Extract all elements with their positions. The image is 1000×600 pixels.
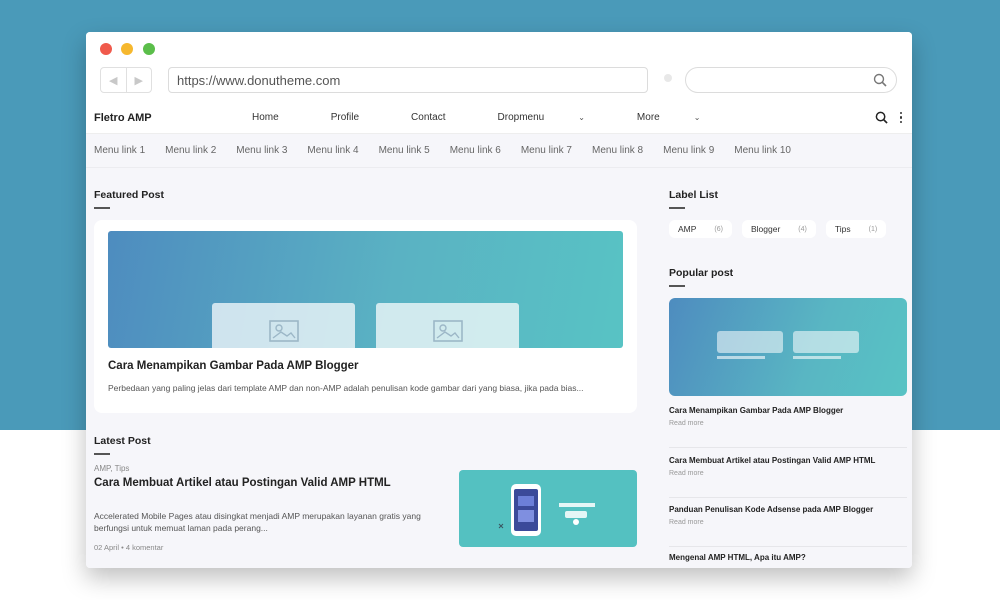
popular-post-item[interactable]: Panduan Penulisan Kode Adsense pada AMP … [669, 505, 907, 526]
chevron-right-icon: ▶ [134, 74, 143, 87]
featured-post-excerpt: Perbedaan yang paling jelas dari templat… [108, 383, 584, 393]
menu-link[interactable]: Menu link 9 [663, 145, 714, 156]
chevron-down-icon: ⌄ [578, 113, 585, 122]
menu-item-more[interactable]: More ⌄ [637, 112, 727, 123]
bookmark-icon[interactable] [664, 74, 672, 82]
site-brand[interactable]: Fletro AMP [94, 112, 152, 124]
latest-post-meta: 02 April • 4 komentar [94, 543, 164, 552]
text-placeholder [793, 356, 841, 359]
label-name: Blogger [750, 224, 781, 234]
featured-heading: Featured Post [94, 189, 165, 209]
back-button[interactable]: ◀ [101, 68, 126, 92]
read-more-link[interactable]: Read more [669, 519, 907, 526]
popular-post-title[interactable]: Cara Menampikan Gambar Pada AMP Blogger [669, 406, 907, 417]
address-bar[interactable]: https://www.donutheme.com [168, 67, 648, 93]
header-actions [875, 111, 902, 124]
label-chip-blogger[interactable]: Blogger (4) [741, 220, 816, 238]
read-more-link[interactable]: Read more [669, 420, 907, 427]
search-icon [873, 73, 887, 87]
browser-search-input[interactable] [685, 67, 897, 93]
menu-item-profile[interactable]: Profile [331, 112, 385, 123]
label-count: (4) [798, 225, 807, 233]
chevron-left-icon: ◀ [109, 74, 118, 87]
divider [669, 546, 907, 547]
read-more-link[interactable]: Read more [669, 470, 907, 477]
menu-item-home[interactable]: Home [252, 112, 305, 123]
popular-post-item[interactable]: Cara Membuat Artikel atau Postingan Vali… [669, 456, 907, 477]
menu-item-label: Contact [411, 112, 446, 123]
menu-item-dropmenu[interactable]: Dropmenu ⌄ [498, 112, 611, 123]
popular-post-image[interactable] [669, 298, 907, 396]
chevron-down-icon: ⌄ [693, 113, 701, 122]
history-buttons: ◀ ▶ [100, 67, 152, 93]
menu-link[interactable]: Menu link 2 [165, 145, 216, 156]
menu-item-label: Profile [330, 112, 360, 123]
site-header: Fletro AMP Home Profile Contact Dropmenu… [86, 102, 912, 134]
image-placeholder [793, 331, 859, 353]
post-date: 02 April [94, 543, 120, 552]
menu-link[interactable]: Menu link 5 [379, 145, 430, 156]
latest-post-title[interactable]: Cara Membuat Artikel atau Postingan Vali… [94, 476, 424, 490]
web-page: Fletro AMP Home Profile Contact Dropmenu… [86, 102, 912, 568]
browser-window: ◀ ▶ https://www.donutheme.com Fletro AMP… [86, 32, 912, 568]
image-placeholder [212, 303, 355, 348]
menu-link[interactable]: Menu link 7 [521, 145, 572, 156]
featured-post-image [108, 231, 623, 348]
forward-button[interactable]: ▶ [125, 68, 152, 92]
popular-post-item[interactable]: Mengenal AMP HTML, Apa itu AMP? [669, 553, 907, 564]
text-placeholder [717, 356, 765, 359]
featured-post-title[interactable]: Cara Menampikan Gambar Pada AMP Blogger [108, 360, 359, 372]
post-comments[interactable]: 4 komentar [126, 543, 164, 552]
label-list: AMP (6) Blogger (4) Tips (1) [669, 220, 887, 238]
label-name: Tips [834, 224, 851, 234]
address-bar-url: https://www.donutheme.com [177, 72, 341, 88]
divider [669, 447, 907, 448]
more-options-icon[interactable] [899, 111, 902, 124]
minimize-window-button[interactable] [121, 43, 133, 55]
menu-link[interactable]: Menu link 8 [592, 145, 643, 156]
latest-post-image[interactable] [459, 470, 637, 547]
search-icon[interactable] [875, 111, 888, 124]
popular-post-item[interactable]: Cara Menampikan Gambar Pada AMP Blogger … [669, 406, 907, 427]
label-count: (1) [868, 225, 878, 233]
latest-post-excerpt: Accelerated Mobile Pages atau disingkat … [94, 511, 421, 533]
menu-link[interactable]: Menu link 1 [94, 145, 145, 156]
popular-post-title[interactable]: Mengenal AMP HTML, Apa itu AMP? [669, 553, 907, 564]
popular-heading: Popular post [669, 267, 734, 287]
maximize-window-button[interactable] [143, 43, 155, 55]
popular-post-title[interactable]: Cara Membuat Artikel atau Postingan Vali… [669, 456, 907, 467]
label-chip-amp[interactable]: AMP (6) [669, 220, 732, 238]
divider [669, 497, 907, 498]
menu-links-bar: Menu link 1 Menu link 2 Menu link 3 Menu… [86, 134, 912, 168]
label-list-heading: Label List [669, 189, 719, 209]
menu-item-label: Home [252, 112, 279, 123]
menu-link[interactable]: Menu link 10 [734, 145, 791, 156]
featured-post-card[interactable]: Cara Menampikan Gambar Pada AMP Blogger … [94, 220, 637, 413]
image-icon [432, 319, 463, 342]
menu-item-label: More [636, 112, 660, 123]
main-menu: Home Profile Contact Dropmenu ⌄ More ⌄ [252, 112, 752, 123]
label-name: AMP [678, 224, 697, 234]
latest-heading: Latest Post [94, 435, 151, 455]
image-placeholder [717, 331, 783, 353]
menu-link[interactable]: Menu link 6 [450, 145, 501, 156]
menu-link[interactable]: Menu link 3 [236, 145, 287, 156]
menu-item-contact[interactable]: Contact [411, 112, 471, 123]
label-count: (6) [714, 225, 723, 233]
close-window-button[interactable] [100, 43, 112, 55]
popular-post-title[interactable]: Panduan Penulisan Kode Adsense pada AMP … [669, 505, 907, 516]
latest-post-labels[interactable]: AMP, Tips [94, 464, 129, 473]
browser-chrome: ◀ ▶ https://www.donutheme.com [86, 32, 912, 102]
image-icon [268, 319, 299, 342]
label-chip-tips[interactable]: Tips (1) [825, 220, 887, 238]
menu-item-label: Dropmenu [497, 112, 545, 123]
menu-link[interactable]: Menu link 4 [307, 145, 358, 156]
image-placeholder [376, 303, 519, 348]
phone-illustration [498, 484, 595, 536]
